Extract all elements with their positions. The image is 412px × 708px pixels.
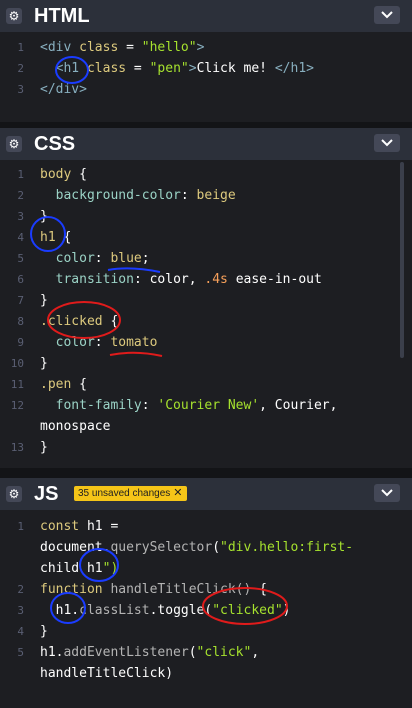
- line-number: 4: [17, 231, 24, 244]
- gear-icon[interactable]: ⚙: [6, 486, 22, 502]
- code-line: body {: [40, 167, 87, 182]
- code-line: <div class = "hello">: [40, 40, 205, 55]
- html-code: <div class = "hello"> <h1 class = "pen">…: [40, 37, 314, 100]
- code-line: }: [40, 624, 48, 639]
- code-line: color: blue;: [55, 251, 150, 266]
- gear-icon[interactable]: ⚙: [6, 8, 22, 24]
- badge-label: 35 unsaved changes: [78, 488, 171, 499]
- js-code: const h1 = document.querySelector("div.he…: [40, 516, 353, 684]
- code-line: handleTitleClick): [40, 666, 174, 681]
- code-line: }: [40, 440, 48, 455]
- line-number: 10: [10, 357, 24, 370]
- line-number: 5: [17, 252, 24, 265]
- line-number: 11: [10, 378, 24, 391]
- code-line: function handleTitleClick() {: [40, 582, 267, 597]
- line-number: 8: [17, 315, 24, 328]
- code-line: .pen {: [40, 377, 87, 392]
- code-line: h1.classList.toggle("clicked"): [40, 603, 291, 618]
- js-panel: ⚙ JS 35 unsaved changes ✕ 1 2 3 4 5 cons…: [0, 478, 412, 708]
- code-line: h1.addEventListener("click",: [40, 645, 260, 660]
- html-panel: ⚙ HTML 1 2 3 <div class = "hello"> <h1 c…: [0, 0, 412, 122]
- html-panel-header: ⚙ HTML: [0, 0, 412, 32]
- code-line: .clicked {: [40, 314, 119, 329]
- line-number: 3: [17, 210, 24, 223]
- line-number: 2: [17, 62, 24, 75]
- code-line: <h1 class = "pen">Click me! </h1>: [40, 61, 314, 76]
- code-line: background-color: beige: [55, 188, 236, 203]
- line-numbers: 1 2 3 4 5: [0, 516, 32, 684]
- code-line: document.querySelector("div.hello:first-: [40, 540, 354, 555]
- line-number: 3: [17, 83, 24, 96]
- line-number: 3: [17, 604, 24, 617]
- code-line: const h1 =: [40, 519, 119, 534]
- gear-icon[interactable]: ⚙: [6, 136, 22, 152]
- chevron-down-icon[interactable]: [374, 134, 400, 152]
- line-number: [0, 663, 32, 684]
- chevron-down-icon[interactable]: [374, 484, 400, 502]
- line-number: 13: [10, 441, 24, 454]
- line-number: 9: [17, 336, 24, 349]
- css-panel-header: ⚙ CSS: [0, 128, 412, 160]
- unsaved-changes-badge[interactable]: 35 unsaved changes ✕: [74, 486, 187, 501]
- panel-divider[interactable]: [0, 468, 412, 478]
- line-number: 1: [17, 41, 24, 54]
- js-panel-header: ⚙ JS 35 unsaved changes ✕: [0, 478, 412, 510]
- line-number: [0, 537, 32, 558]
- code-line: h1 {: [40, 230, 72, 245]
- code-line: }: [40, 209, 48, 224]
- code-line: font-family: 'Courier New', Courier,: [55, 398, 338, 413]
- line-number: 4: [17, 625, 24, 638]
- close-icon[interactable]: ✕: [173, 486, 182, 501]
- code-line: }: [40, 293, 48, 308]
- html-panel-title: HTML: [34, 5, 90, 27]
- line-number: 12: [10, 399, 24, 412]
- code-line: monospace: [40, 419, 111, 434]
- css-code: body { background-color: beige} h1 { colo…: [40, 164, 337, 458]
- code-line: color: tomato: [55, 335, 158, 350]
- line-number: [0, 558, 32, 579]
- line-number: 2: [17, 583, 24, 596]
- js-panel-title: JS: [34, 483, 59, 505]
- line-number: 2: [17, 189, 24, 202]
- line-number: 1: [17, 520, 24, 533]
- code-line: }: [40, 356, 48, 371]
- code-line: child h1"): [40, 561, 119, 576]
- chevron-down-icon[interactable]: [374, 6, 400, 24]
- css-panel: ⚙ CSS 1 2 3 4 5 6 7 8 9 10 11 12 13 body…: [0, 128, 412, 468]
- line-number: [0, 416, 32, 437]
- line-numbers: 1 2 3: [0, 37, 32, 100]
- line-numbers: 1 2 3 4 5 6 7 8 9 10 11 12 13: [0, 164, 32, 458]
- line-number: 7: [17, 294, 24, 307]
- line-number: 1: [17, 168, 24, 181]
- code-line: </div>: [40, 82, 87, 97]
- css-panel-title: CSS: [34, 133, 76, 155]
- scrollbar[interactable]: [400, 162, 404, 358]
- code-line: transition: color, .4s ease-in-out: [55, 272, 322, 287]
- line-number: 6: [17, 273, 24, 286]
- line-number: 5: [17, 646, 24, 659]
